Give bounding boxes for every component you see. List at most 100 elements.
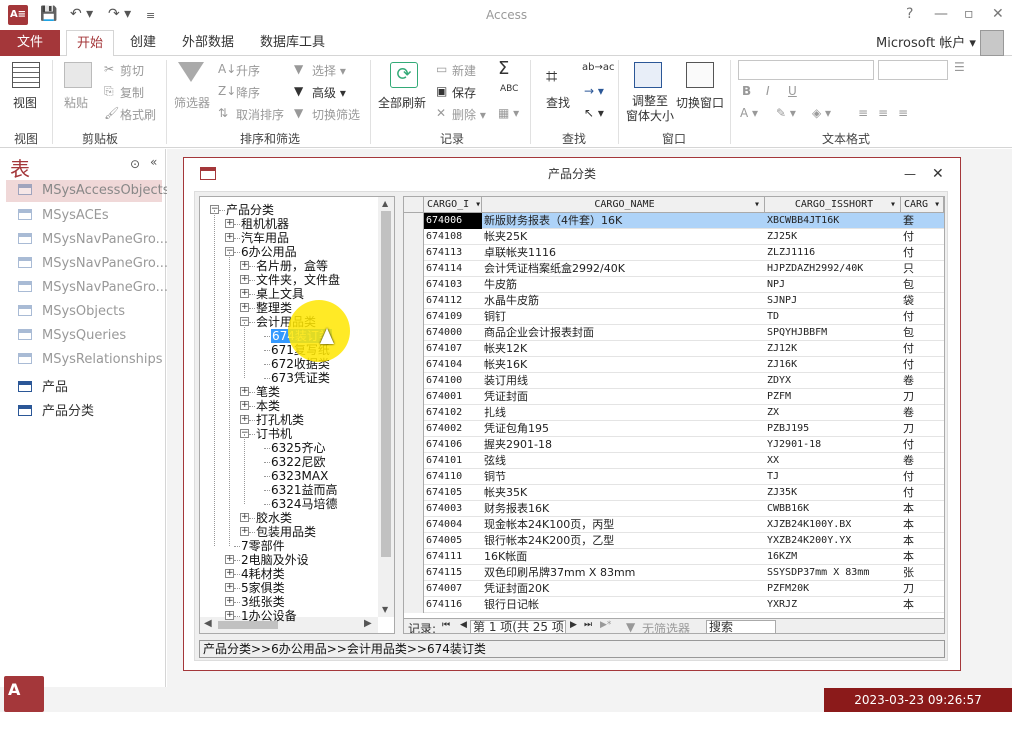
scroll-left-icon[interactable]: ◀ — [204, 618, 212, 629]
tree-node[interactable]: 文件夹，文件盘 — [256, 273, 340, 287]
cell-cargo-unit[interactable]: 本 — [901, 501, 944, 517]
cell-cargo-unit[interactable]: 付 — [901, 357, 944, 373]
tab-create[interactable]: 创建 — [130, 30, 156, 56]
table-row[interactable]: 674106 握夹2901-18 YJ2901-18 付 — [404, 437, 944, 453]
cell-cargo-name[interactable]: 握夹2901-18 — [482, 437, 765, 453]
row-selector[interactable] — [404, 437, 424, 453]
table-row[interactable]: 674004 现金帐本24K100页，丙型 XJZB24K100Y.BX 本 — [404, 517, 944, 533]
cell-cargo-id[interactable]: 674004 — [424, 517, 482, 533]
cell-cargo-id[interactable]: 674003 — [424, 501, 482, 517]
font-size-select[interactable] — [878, 60, 948, 80]
cell-cargo-isshort[interactable]: XBCWBB4JT16K — [765, 213, 901, 229]
replace-button[interactable]: ab→ac — [582, 62, 614, 73]
category-tree[interactable]: ▲ ▼ ◀ ▶ − 产品分类 + 租机机器 + 汽车用品 −6办公用品 + 名片册，盒等 + 文件夹… — [199, 196, 395, 634]
cell-cargo-unit[interactable]: 包 — [901, 277, 944, 293]
cell-cargo-name[interactable]: 现金帐本24K100页，丙型 — [482, 517, 765, 533]
previous-record-icon[interactable]: ◀ — [460, 620, 467, 630]
cell-cargo-id[interactable]: 674112 — [424, 293, 482, 309]
cell-cargo-isshort[interactable]: NPJ — [765, 277, 901, 293]
cell-cargo-unit[interactable]: 卷 — [901, 453, 944, 469]
cell-cargo-id[interactable]: 674000 — [424, 325, 482, 341]
row-selector[interactable] — [404, 581, 424, 597]
cell-cargo-name[interactable]: 会计凭证档案纸盒2992/40K — [482, 261, 765, 277]
cell-cargo-unit[interactable]: 刀 — [901, 389, 944, 405]
cell-cargo-isshort[interactable]: 16KZM — [765, 549, 901, 565]
cell-cargo-isshort[interactable]: ZDYX — [765, 373, 901, 389]
cell-cargo-isshort[interactable]: YXZB24K200Y.YX — [765, 533, 901, 549]
tree-node[interactable]: 6325齐心 — [271, 441, 326, 455]
cell-cargo-id[interactable]: 674100 — [424, 373, 482, 389]
customize-qat-icon[interactable]: ≡ — [146, 9, 155, 22]
cell-cargo-isshort[interactable]: TD — [765, 309, 901, 325]
form-close-icon[interactable]: ✕ — [932, 158, 944, 190]
table-row[interactable]: 674005 银行帐本24K200页，乙型 YXZB24K200Y.YX 本 — [404, 533, 944, 549]
cell-cargo-isshort[interactable]: ZLZJ1116 — [765, 245, 901, 261]
nav-item-msysnavpanegroups-3[interactable]: MSysNavPaneGro... — [18, 280, 168, 295]
align-center-icon[interactable]: ≡ — [878, 106, 888, 120]
tree-node[interactable]: 7零部件 — [241, 539, 285, 553]
cell-cargo-name[interactable]: 财务报表16K — [482, 501, 765, 517]
cell-cargo-isshort[interactable]: XJZB24K100Y.BX — [765, 517, 901, 533]
row-selector[interactable] — [404, 405, 424, 421]
align-left-icon[interactable]: ≡ — [858, 106, 868, 120]
cell-cargo-name[interactable]: 帐夹12K — [482, 341, 765, 357]
cell-cargo-isshort[interactable]: YXRJZ — [765, 597, 901, 613]
no-filter-button[interactable]: 无筛选器 — [642, 620, 690, 633]
form-minimize-icon[interactable]: — — [904, 158, 916, 190]
table-row[interactable]: 674110 铜节 TJ 付 — [404, 469, 944, 485]
tree-node[interactable]: 笔类 — [256, 385, 280, 399]
cell-cargo-unit[interactable]: 只 — [901, 261, 944, 277]
row-selector[interactable] — [404, 389, 424, 405]
column-header-cargo-isshort[interactable]: CARGO_ISSHORT ▾ — [765, 197, 901, 213]
row-selector[interactable] — [404, 373, 424, 389]
select-all-cell[interactable] — [404, 197, 424, 213]
cell-cargo-id[interactable]: 674001 — [424, 389, 482, 405]
expand-node-icon[interactable]: + — [225, 555, 234, 564]
tree-node[interactable]: 3纸张类 — [241, 595, 285, 609]
cell-cargo-id[interactable]: 674113 — [424, 245, 482, 261]
table-row[interactable]: 674101 弦线 XX 卷 — [404, 453, 944, 469]
cell-cargo-unit[interactable]: 套 — [901, 213, 944, 229]
table-row[interactable]: 674113 卓联帐夹1116 ZLZJ1116 付 — [404, 245, 944, 261]
account-menu[interactable]: Microsoft 帐户 ▾ — [876, 32, 976, 51]
cell-cargo-id[interactable]: 674101 — [424, 453, 482, 469]
row-selector[interactable] — [404, 597, 424, 613]
find-button[interactable]: 查找 — [546, 94, 570, 111]
nav-item-msysrelationships[interactable]: MSysRelationships — [18, 352, 163, 367]
expand-node-icon[interactable]: + — [240, 415, 249, 424]
nav-item-msysnavpanegroups-1[interactable]: MSysNavPaneGro... — [18, 232, 168, 247]
cell-cargo-id[interactable]: 674107 — [424, 341, 482, 357]
cell-cargo-unit[interactable]: 本 — [901, 597, 944, 613]
product-datasheet[interactable]: CARGO_I ▾ CARGO_NAME ▾ CARGO_ISSHORT ▾ CAR… — [403, 196, 945, 634]
tab-home[interactable]: 开始 — [66, 30, 115, 57]
cell-cargo-name[interactable]: 凭证封面 — [482, 389, 765, 405]
tree-node[interactable]: 打孔机类 — [256, 413, 304, 427]
cell-cargo-unit[interactable]: 付 — [901, 485, 944, 501]
tree-node[interactable]: 桌上文具 — [256, 287, 304, 301]
avatar[interactable] — [980, 30, 1004, 56]
cell-cargo-name[interactable]: 牛皮筋 — [482, 277, 765, 293]
nav-item-msysaces[interactable]: MSysACEs — [18, 208, 109, 223]
row-selector[interactable] — [404, 213, 424, 229]
undo-icon[interactable]: ↶ ▾ — [70, 6, 93, 22]
expand-node-icon[interactable]: + — [240, 401, 249, 410]
expand-node-icon[interactable]: + — [225, 219, 234, 228]
nav-item-msysaccessobjects[interactable]: MSysAccessObjects — [6, 180, 170, 202]
paste-button[interactable]: 粘贴 — [64, 94, 88, 111]
save-icon[interactable]: 💾 — [40, 6, 57, 22]
clear-sort-button[interactable]: 取消排序 — [236, 106, 284, 123]
cell-cargo-name[interactable]: 弦线 — [482, 453, 765, 469]
row-selector[interactable] — [404, 453, 424, 469]
more-records-button[interactable]: ▦ ▾ — [498, 106, 519, 120]
cell-cargo-unit[interactable]: 本 — [901, 517, 944, 533]
totals-button[interactable]: Σ — [498, 58, 509, 79]
underline-button[interactable]: U — [788, 84, 797, 98]
table-row[interactable]: 674007 凭证封面20K PZFM20K 刀 — [404, 581, 944, 597]
expand-node-icon[interactable]: + — [225, 611, 234, 620]
row-selector[interactable] — [404, 469, 424, 485]
new-record-nav-icon[interactable]: ▶* — [600, 620, 611, 630]
refresh-all-button[interactable]: 全部刷新 — [378, 94, 426, 111]
last-record-icon[interactable]: ⏭ — [584, 620, 592, 630]
cell-cargo-isshort[interactable]: HJPZDAZH2992/40K — [765, 261, 901, 277]
row-selector[interactable] — [404, 277, 424, 293]
